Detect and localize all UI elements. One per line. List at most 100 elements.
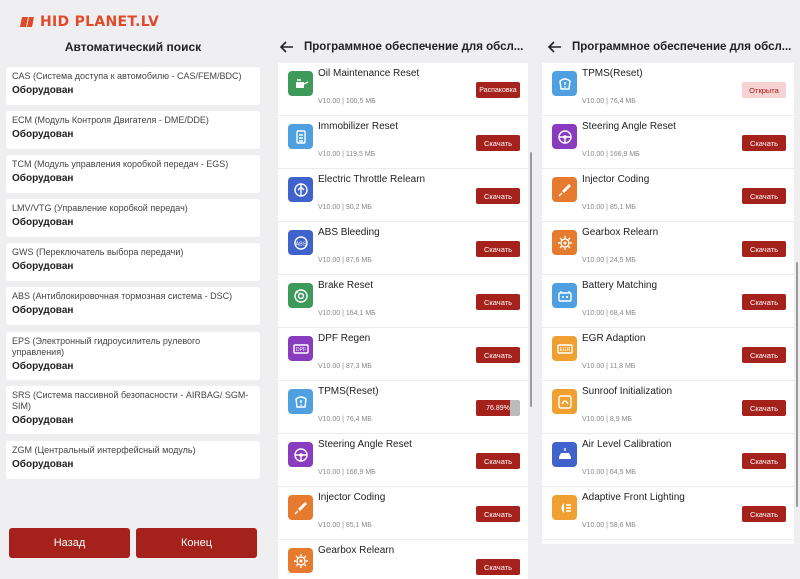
software-item[interactable]: TPMS(Reset) V10.00 | 76,4 МБ Открыта	[542, 63, 794, 116]
software-version: V10.00 | 87,6 МБ	[318, 257, 372, 264]
open-button[interactable]: Открыта	[742, 82, 786, 98]
download-button[interactable]: Скачать	[476, 559, 520, 575]
svg-text:ABS: ABS	[295, 241, 306, 247]
scrollbar[interactable]	[530, 152, 532, 407]
software-version: V10.00 | 76,4 МБ	[582, 98, 636, 105]
software-item[interactable]: Gearbox Relearn V10.00 | 24,5 МБ Скачать	[542, 222, 794, 275]
software-version: V10.00 | 24,5 МБ	[582, 257, 636, 264]
software-item[interactable]: EGR EGR Adaption V10.00 | 11,8 МБ Скачать	[542, 328, 794, 381]
back-button[interactable]: Назад	[9, 528, 130, 558]
software-name: Brake Reset	[318, 280, 374, 291]
abs-icon: ABS	[288, 230, 313, 255]
immobilizer-icon	[288, 124, 313, 149]
logo: HID PLANET.LV	[20, 12, 159, 32]
headlight-icon	[552, 495, 577, 520]
download-button[interactable]: Скачать	[742, 294, 786, 310]
download-button[interactable]: Скачать	[476, 241, 520, 257]
system-item[interactable]: ABS (Антиблокировочная тормозная система…	[6, 287, 260, 325]
download-button[interactable]: Скачать	[476, 294, 520, 310]
system-item[interactable]: TCM (Модуль управления коробкой передач …	[6, 155, 260, 193]
system-status: Оборудован	[12, 85, 74, 96]
system-status: Оборудован	[12, 415, 74, 426]
back-arrow-icon[interactable]	[544, 36, 566, 58]
system-name: ECM (Модуль Контроля Двигателя - DME/DDE…	[12, 115, 209, 125]
system-name: ZGM (Центральный интерфейсный модуль)	[12, 445, 196, 455]
system-item[interactable]: GWS (Переключатель выбора передачи) Обору…	[6, 243, 260, 281]
system-status: Оборудован	[12, 261, 74, 272]
software-item[interactable]: ABS ABS Bleeding V10.00 | 87,6 МБ Скачать	[278, 222, 528, 275]
download-button[interactable]: Скачать	[742, 506, 786, 522]
panel-header: Программное обеспечение для обсл...	[540, 34, 800, 60]
system-status: Оборудован	[12, 217, 74, 228]
download-button[interactable]: Скачать	[476, 135, 520, 151]
software-version: V10.00 | 8,9 МБ	[582, 416, 632, 423]
software-item[interactable]: Adaptive Front Lighting V10.00 | 58,6 МБ С…	[542, 487, 794, 540]
battery-icon	[552, 283, 577, 308]
download-button[interactable]: Скачать	[742, 135, 786, 151]
logo-text: HID PLANET.LV	[40, 14, 160, 30]
software-list: Oil Maintenance Reset V10.00 | 100,5 МБ Ра…	[278, 63, 528, 579]
end-button[interactable]: Конец	[136, 528, 257, 558]
software-item[interactable]: Battery Matching V10.00 | 68,4 МБ Скачать	[542, 275, 794, 328]
download-button[interactable]: Скачать	[742, 188, 786, 204]
software-version: V10.00 | 85,1 МБ	[318, 522, 372, 529]
software-item[interactable]: Injector Coding V10.00 | 85,1 МБ Скачать	[278, 487, 528, 540]
system-name: LMV/VTG (Управление коробкой передач)	[12, 203, 188, 213]
download-button[interactable]: Скачать	[742, 453, 786, 469]
system-item[interactable]: SRS (Система пассивной безопасности - AI…	[6, 386, 260, 434]
software-item[interactable]: Oil Maintenance Reset V10.00 | 100,5 МБ Ра…	[278, 63, 528, 116]
software-item[interactable]: Brake Reset V10.00 | 164,1 МБ Скачать	[278, 275, 528, 328]
software-item[interactable]: Injector Coding V10.00 | 85,1 МБ Скачать	[542, 169, 794, 222]
software-version: V10.00 | 119,5 МБ	[318, 151, 376, 158]
software-list: TPMS(Reset) V10.00 | 76,4 МБ Открыта Steeri…	[542, 63, 794, 544]
unpack-button[interactable]: Распаковка	[476, 82, 520, 98]
software-item[interactable]: Immobilizer Reset V10.00 | 119,5 МБ Скачат…	[278, 116, 528, 169]
download-button[interactable]: Скачать	[476, 188, 520, 204]
download-button[interactable]: Скачать	[476, 453, 520, 469]
software-version: V10.00 | 166,9 МБ	[318, 469, 376, 476]
logo-mark-icon	[20, 17, 34, 27]
gear-icon	[288, 548, 313, 573]
software-name: Adaptive Front Lighting	[582, 492, 685, 503]
panel-header: Программное обеспечение для обсл...	[272, 34, 534, 60]
injector-icon	[552, 177, 577, 202]
download-button[interactable]: Скачать	[476, 347, 520, 363]
software-name: Sunroof Initialization	[582, 386, 673, 397]
system-status: Оборудован	[12, 361, 74, 372]
software-item[interactable]: Electric Throttle Relearn V10.00 | 90,2 М…	[278, 169, 528, 222]
sunroof-icon	[552, 389, 577, 414]
software-item[interactable]: TPMS(Reset) V10.00 | 76,4 МБ 76.89%	[278, 381, 528, 434]
software-name: EGR Adaption	[582, 333, 646, 344]
system-status: Оборудован	[12, 305, 74, 316]
software-version: V10.00 | 85,1 МБ	[582, 204, 636, 211]
progress-label: 76.89%	[486, 404, 510, 412]
software-item[interactable]: Steering Angle Reset V10.00 | 166,9 МБ Ска…	[542, 116, 794, 169]
steering-icon	[288, 442, 313, 467]
system-name: ABS (Антиблокировочная тормозная система…	[12, 291, 233, 301]
scrollbar[interactable]	[796, 262, 798, 507]
download-progress: 76.89%	[476, 400, 520, 416]
software-name: Electric Throttle Relearn	[318, 174, 426, 185]
software-name: Steering Angle Reset	[582, 121, 676, 132]
system-item[interactable]: LMV/VTG (Управление коробкой передач) Обо…	[6, 199, 260, 237]
software-version: V10.00 | 90,2 МБ	[318, 204, 372, 211]
software-item[interactable]: DPF DPF Regen V10.00 | 87,3 МБ Скачать	[278, 328, 528, 381]
software-item[interactable]: Steering Angle Reset V10.00 | 166,9 МБ Ска…	[278, 434, 528, 487]
software-version: V10.00 | 68,4 МБ	[582, 310, 636, 317]
system-status: Оборудован	[12, 459, 74, 470]
system-item[interactable]: ZGM (Центральный интерфейсный модуль) Обо…	[6, 441, 260, 479]
software-item[interactable]: Gearbox Relearn Скачать	[278, 540, 528, 579]
system-item[interactable]: CAS (Система доступа к автомобилю - CAS/…	[6, 67, 260, 105]
software-item[interactable]: Air Level Calibration V10.00 | 64,5 МБ Ска…	[542, 434, 794, 487]
software-item[interactable]: Sunroof Initialization V10.00 | 8,9 МБ Ска…	[542, 381, 794, 434]
download-button[interactable]: Скачать	[476, 506, 520, 522]
system-name: GWS (Переключатель выбора передачи)	[12, 247, 184, 257]
software-name: Gearbox Relearn	[318, 545, 395, 556]
auto-search-title: Автоматический поиск	[64, 40, 202, 54]
download-button[interactable]: Скачать	[742, 241, 786, 257]
download-button[interactable]: Скачать	[742, 400, 786, 416]
system-item[interactable]: EPS (Электронный гидроусилитель рулевого…	[6, 332, 260, 380]
back-arrow-icon[interactable]	[276, 36, 298, 58]
download-button[interactable]: Скачать	[742, 347, 786, 363]
system-item[interactable]: ECM (Модуль Контроля Двигателя - DME/DDE…	[6, 111, 260, 149]
